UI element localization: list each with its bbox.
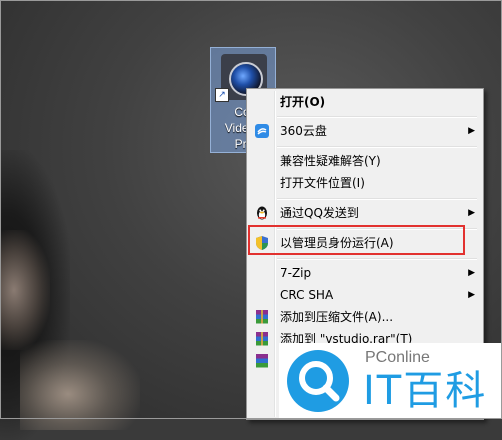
menu-item-add-to-archive[interactable]: 添加到压缩文件(A)... (249, 306, 481, 328)
menu-separator (277, 258, 477, 260)
menu-item-open-location[interactable]: 打开文件位置(I) (249, 172, 481, 194)
menu-item-label: CRC SHA (280, 288, 334, 302)
menu-item-360-cloud[interactable]: 360云盘 ▶ (249, 120, 481, 142)
menu-separator (277, 198, 477, 200)
cloud-disk-icon (255, 124, 269, 138)
menu-item-label: 添加到压缩文件(A)... (280, 310, 394, 324)
submenu-arrow-icon: ▶ (468, 290, 475, 300)
submenu-arrow-icon: ▶ (468, 208, 475, 218)
red-highlight-box (248, 225, 465, 255)
shortcut-arrow-icon: ↗ (215, 88, 229, 102)
winrar-icon (256, 332, 268, 346)
watermark-brand-big: IT百科 (363, 368, 488, 414)
menu-separator (277, 116, 477, 118)
menu-item-send-via-qq[interactable]: 通过QQ发送到 ▶ (249, 202, 481, 224)
qq-penguin-icon (257, 206, 267, 220)
menu-item-compat-troubleshoot[interactable]: 兼容性疑难解答(Y) (249, 150, 481, 172)
menu-item-open[interactable]: 打开(O) (249, 91, 481, 113)
menu-item-crc-sha[interactable]: CRC SHA ▶ (249, 284, 481, 306)
menu-item-label: 兼容性疑难解答(Y) (280, 154, 381, 168)
submenu-arrow-icon: ▶ (468, 126, 475, 136)
menu-item-label: 打开文件位置(I) (280, 176, 365, 190)
menu-item-label: 7-Zip (280, 266, 312, 280)
wallpaper-figure-face (0, 230, 50, 350)
menu-item-label: 通过QQ发送到 (280, 206, 359, 220)
winrar-icon (256, 354, 268, 368)
submenu-arrow-icon: ▶ (468, 268, 475, 278)
menu-item-label: 360云盘 (280, 124, 327, 138)
watermark-brand-small: PConline (365, 349, 430, 366)
wallpaper-figure-shoulder (20, 340, 140, 430)
menu-item-7zip[interactable]: 7-Zip ▶ (249, 262, 481, 284)
menu-separator (277, 146, 477, 148)
menu-item-label: 打开(O) (280, 95, 326, 109)
pconline-logo-icon (287, 350, 349, 412)
pconline-watermark: PConline IT百科 (279, 343, 502, 419)
winrar-icon (256, 310, 268, 324)
